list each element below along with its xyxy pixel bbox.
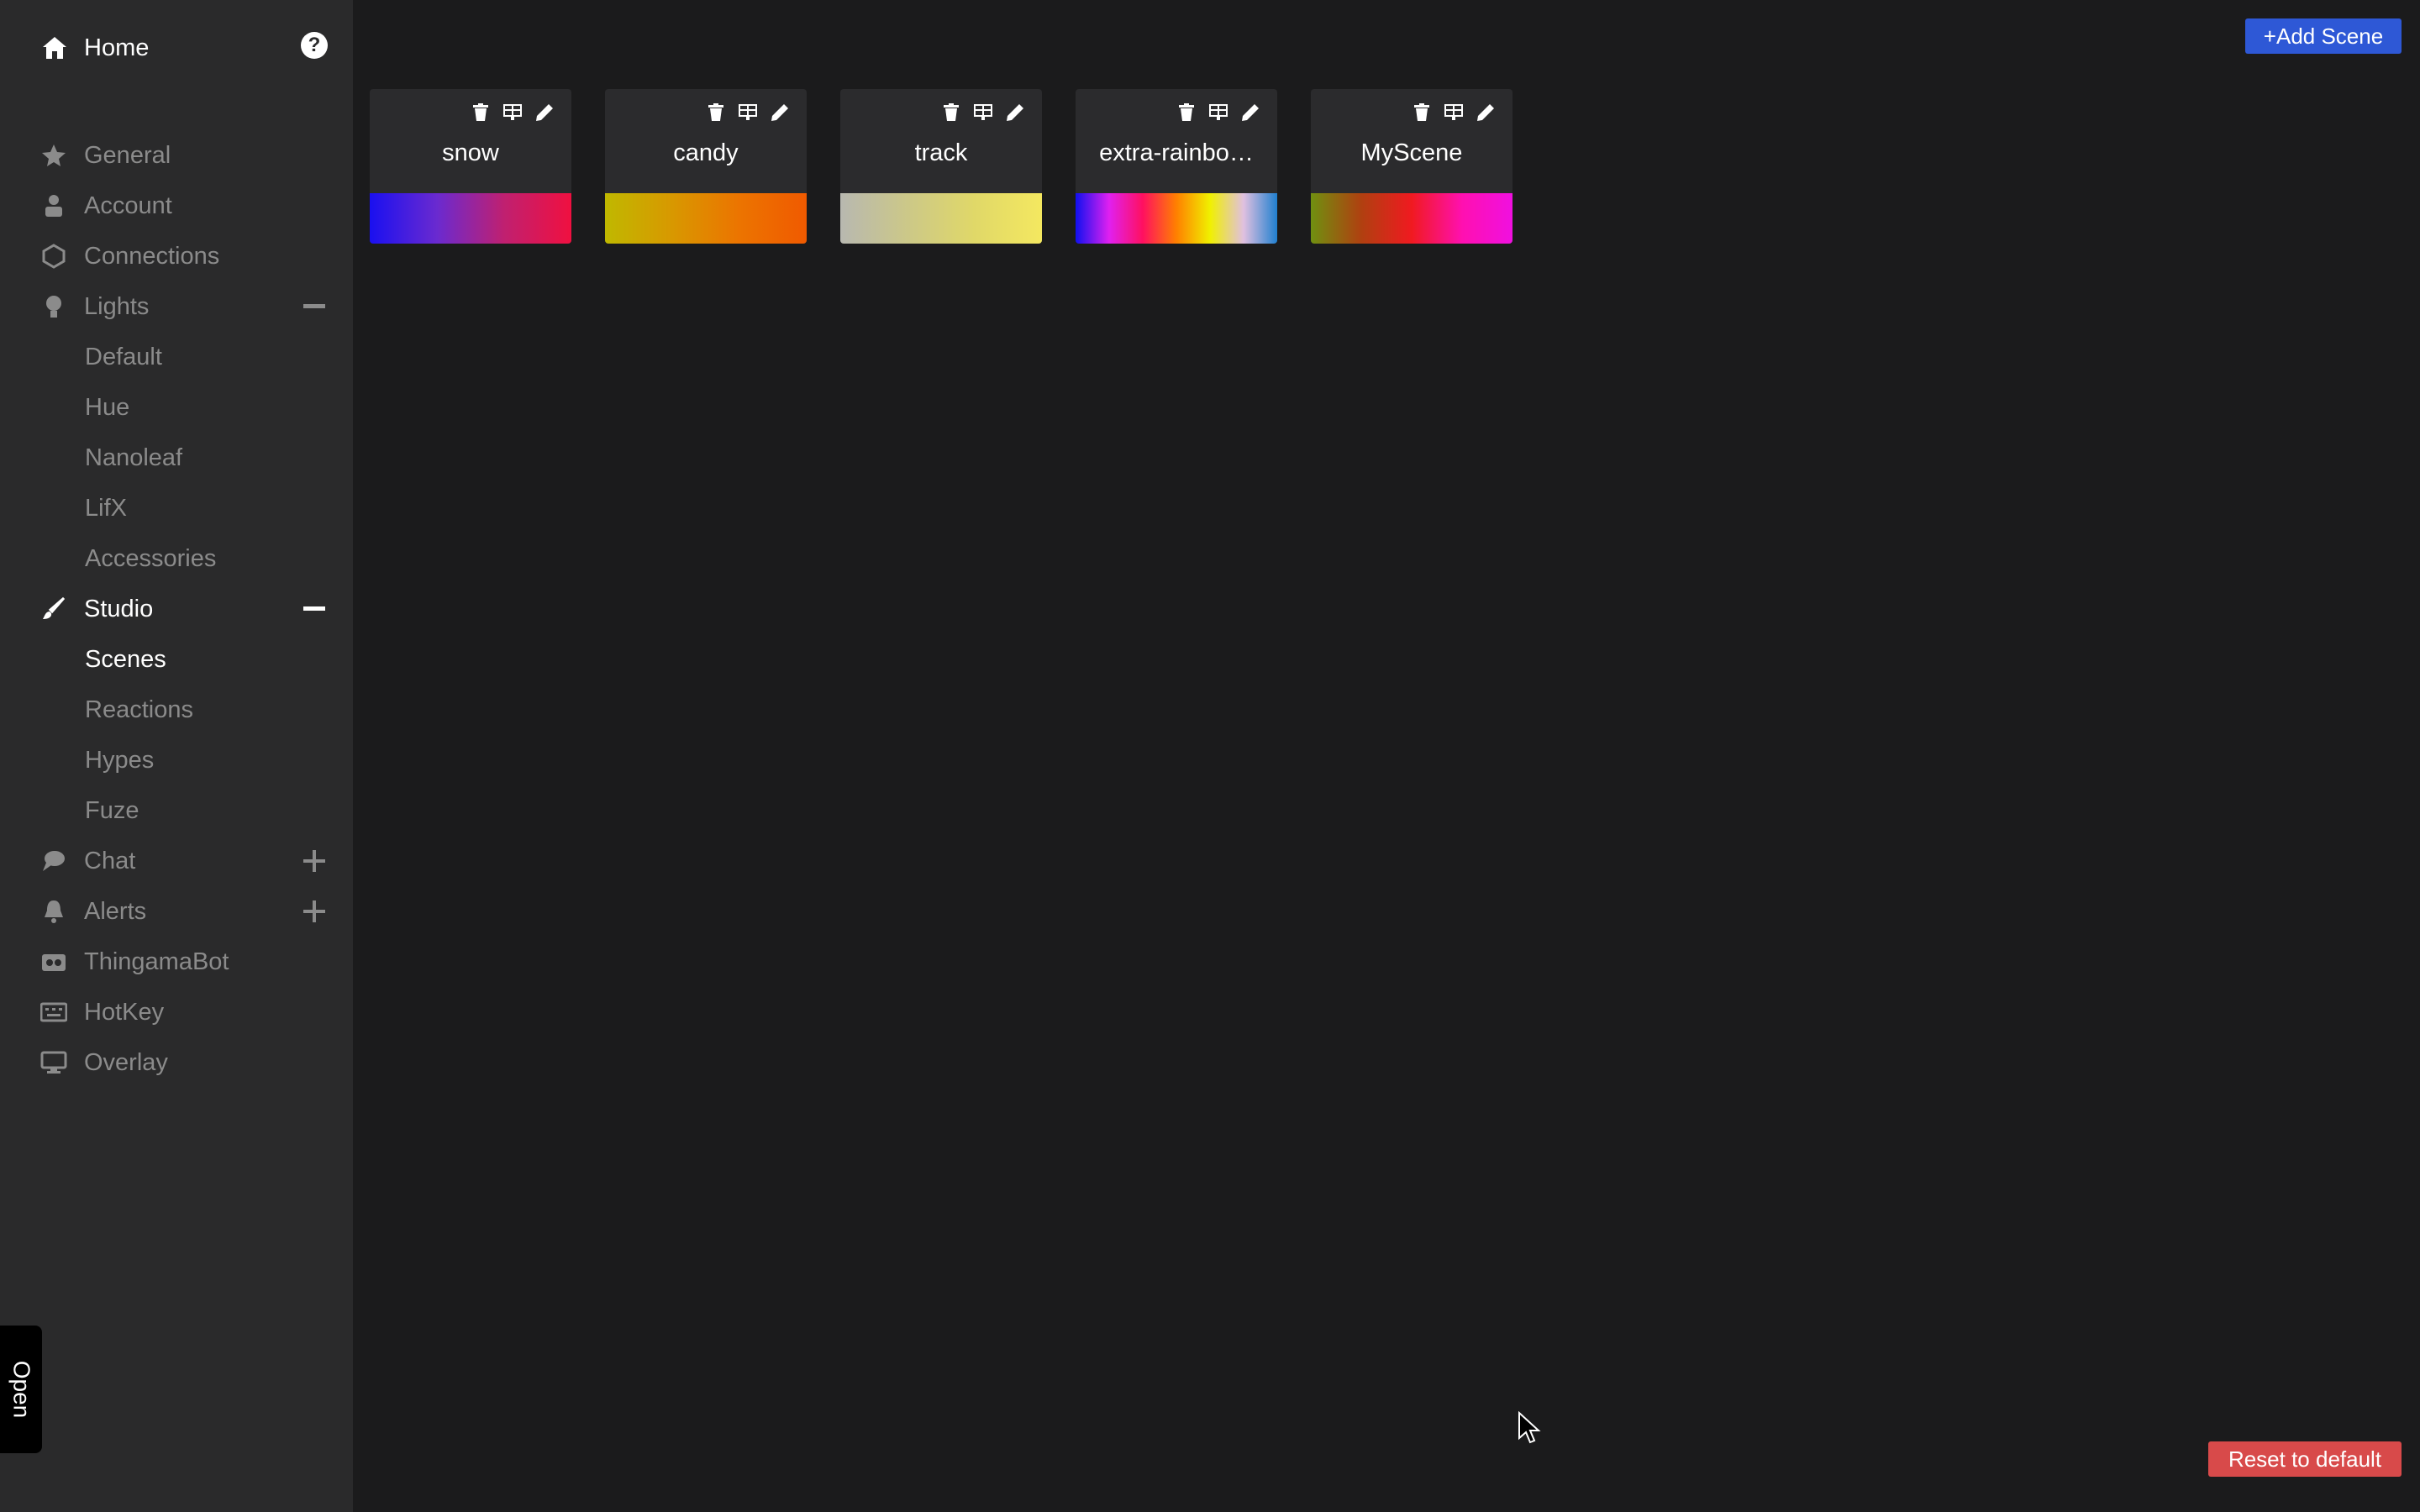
scene-actions: [939, 101, 1027, 124]
sidebar-subitem-label: Scenes: [85, 645, 166, 673]
sidebar-subitem-hypes[interactable]: Hypes: [0, 737, 353, 784]
sidebar-item-thingamabot[interactable]: ThingamaBot: [0, 938, 353, 985]
chat-icon: [40, 848, 67, 874]
pencil-icon[interactable]: [1474, 101, 1497, 124]
scene-actions: [1175, 101, 1262, 124]
sidebar-item-chat[interactable]: Chat: [0, 837, 353, 885]
trash-icon[interactable]: [1410, 101, 1434, 124]
brush-icon: [40, 596, 67, 622]
sidebar-subitem-label: Hypes: [85, 746, 155, 774]
scene-gradient: [370, 193, 571, 244]
pencil-icon[interactable]: [533, 101, 556, 124]
scene-gradient: [1076, 193, 1277, 244]
sidebar-subitem-default[interactable]: Default: [0, 333, 353, 381]
scene-gradient: [840, 193, 1042, 244]
sidebar-item-label: Studio: [84, 595, 154, 622]
sidebar-subitem-label: Reactions: [85, 696, 193, 723]
display-icon[interactable]: [736, 101, 760, 124]
sidebar-subitem-lifx[interactable]: LifX: [0, 485, 353, 532]
scene-name: candy: [673, 139, 739, 166]
monitor-icon: [40, 1049, 67, 1076]
sidebar-subitem-label: LifX: [85, 494, 127, 522]
open-tab-label: Open: [8, 1360, 34, 1419]
scene-card[interactable]: snow: [370, 89, 571, 244]
sidebar-subitem-hue[interactable]: Hue: [0, 384, 353, 431]
sidebar-subitem-scenes[interactable]: Scenes: [0, 636, 353, 683]
trash-icon[interactable]: [939, 101, 963, 124]
sidebar-subitem-nanoleaf[interactable]: Nanoleaf: [0, 434, 353, 481]
sidebar-item-overlay[interactable]: Overlay: [0, 1039, 353, 1086]
help-icon[interactable]: ?: [301, 32, 328, 59]
sidebar: Home ? General Account Connections Light…: [0, 0, 353, 1512]
user-icon: [40, 192, 67, 219]
scene-gradient: [1311, 193, 1512, 244]
keyboard-icon: [40, 999, 67, 1026]
sidebar-item-alerts[interactable]: Alerts: [0, 888, 353, 935]
trash-icon[interactable]: [704, 101, 728, 124]
display-icon[interactable]: [501, 101, 524, 124]
scene-name: snow: [442, 139, 499, 166]
sidebar-item-label: HotKey: [84, 998, 165, 1026]
robot-icon: [40, 948, 67, 975]
sidebar-subitem-fuze[interactable]: Fuze: [0, 787, 353, 834]
collapse-icon[interactable]: [301, 596, 328, 622]
sidebar-item-hotkey[interactable]: HotKey: [0, 989, 353, 1036]
sidebar-subitem-reactions[interactable]: Reactions: [0, 686, 353, 733]
trash-icon[interactable]: [1175, 101, 1198, 124]
home-link[interactable]: Home: [0, 27, 353, 69]
mouse-cursor-icon: [1518, 1411, 1541, 1444]
reset-to-default-button[interactable]: Reset to default: [2208, 1441, 2402, 1477]
star-icon: [40, 142, 67, 169]
sidebar-subitem-accessories[interactable]: Accessories: [0, 535, 353, 582]
open-tab[interactable]: Open: [0, 1326, 42, 1453]
sidebar-item-studio[interactable]: Studio: [0, 585, 353, 633]
sidebar-item-label: Overlay: [84, 1048, 168, 1076]
scene-name: extra-rainbo…: [1099, 139, 1254, 166]
sidebar-subitem-label: Nanoleaf: [85, 444, 183, 471]
pencil-icon[interactable]: [768, 101, 792, 124]
scene-actions: [1410, 101, 1497, 124]
display-icon[interactable]: [1207, 101, 1230, 124]
sidebar-item-lights[interactable]: Lights: [0, 283, 353, 330]
sidebar-item-general[interactable]: General: [0, 132, 353, 179]
scene-card[interactable]: track: [840, 89, 1042, 244]
scene-actions: [469, 101, 556, 124]
sidebar-subitem-label: Accessories: [85, 544, 217, 572]
lightbulb-icon: [40, 293, 67, 320]
pencil-icon[interactable]: [1239, 101, 1262, 124]
sidebar-item-account[interactable]: Account: [0, 182, 353, 229]
expand-icon[interactable]: [301, 848, 328, 874]
sidebar-subitem-label: Fuze: [85, 796, 139, 824]
trash-icon[interactable]: [469, 101, 492, 124]
collapse-icon[interactable]: [301, 293, 328, 320]
sidebar-item-connections[interactable]: Connections: [0, 233, 353, 280]
expand-icon[interactable]: [301, 898, 328, 925]
bell-icon: [40, 898, 67, 925]
scene-card[interactable]: candy: [605, 89, 807, 244]
scene-card[interactable]: extra-rainbo…: [1076, 89, 1277, 244]
sidebar-item-label: Lights: [84, 292, 150, 320]
home-label: Home: [84, 34, 150, 61]
sidebar-subitem-label: Hue: [85, 393, 130, 421]
scene-gradient: [605, 193, 807, 244]
display-icon[interactable]: [971, 101, 995, 124]
home-icon: [40, 34, 69, 62]
sidebar-item-label: General: [84, 141, 171, 169]
connections-icon: [40, 243, 67, 270]
sidebar-item-label: Chat: [84, 847, 136, 874]
add-scene-button[interactable]: +Add Scene: [2245, 18, 2402, 54]
scene-name: track: [914, 139, 968, 166]
display-icon[interactable]: [1442, 101, 1465, 124]
scene-card[interactable]: MyScene: [1311, 89, 1512, 244]
scene-name: MyScene: [1360, 139, 1463, 166]
sidebar-subitem-label: Default: [85, 343, 162, 370]
pencil-icon[interactable]: [1003, 101, 1027, 124]
sidebar-item-label: Connections: [84, 242, 220, 270]
sidebar-item-label: Account: [84, 192, 172, 219]
sidebar-item-label: Alerts: [84, 897, 147, 925]
scene-actions: [704, 101, 792, 124]
sidebar-item-label: ThingamaBot: [84, 948, 229, 975]
